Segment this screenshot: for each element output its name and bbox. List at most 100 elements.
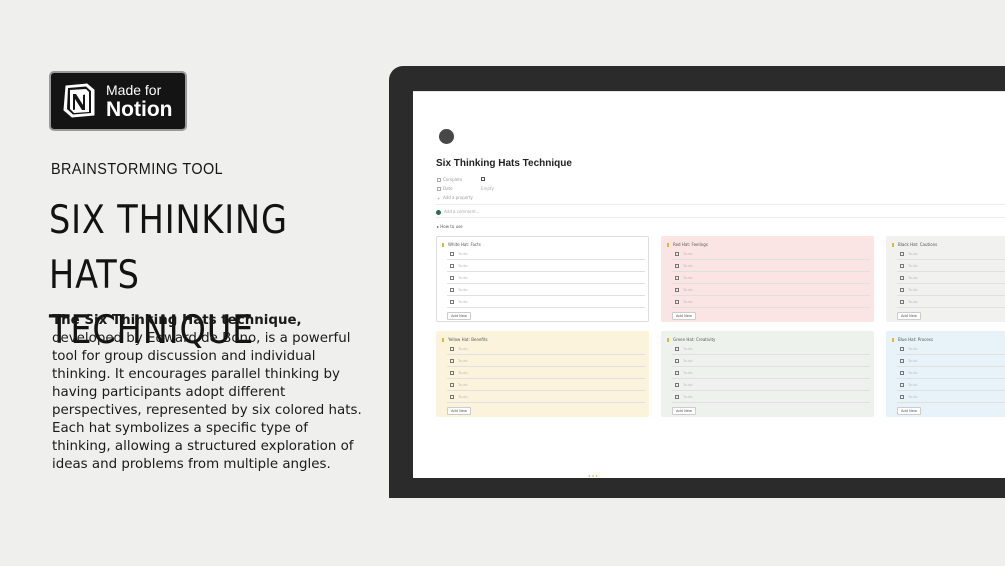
todo-checkbox[interactable] <box>900 288 904 292</box>
hero-title-line1: SIX THINKING HATS <box>49 198 288 298</box>
todo-checkbox[interactable] <box>675 371 679 375</box>
todo-checkbox[interactable] <box>900 383 904 387</box>
calendar-icon <box>437 187 441 191</box>
todo-row[interactable]: To-do <box>447 392 645 403</box>
hat-card: Yellow Hat: Benefits To-do To-do To-do To-do… <box>436 331 649 417</box>
todo-checkbox[interactable] <box>450 383 454 387</box>
todo-row[interactable]: To-do <box>447 261 645 272</box>
description-lead: The Six Thinking Hats technique, <box>52 313 302 328</box>
todo-row[interactable]: To-do <box>447 356 645 367</box>
complete-checkbox[interactable] <box>481 177 485 181</box>
todo-checkbox[interactable] <box>675 347 679 351</box>
add-new-button[interactable]: Add New <box>672 407 696 415</box>
todo-checkbox[interactable] <box>675 300 679 304</box>
todo-row[interactable]: To-do <box>672 273 870 284</box>
todo-checkbox[interactable] <box>900 371 904 375</box>
todo-row[interactable]: To-do <box>672 368 870 379</box>
todo-text: To-do <box>908 276 918 280</box>
todo-row[interactable]: To-do <box>897 392 1005 403</box>
todo-checkbox[interactable] <box>450 395 454 399</box>
todo-row[interactable]: To-do <box>672 356 870 367</box>
bottom-decor: ★ ★ ★ <box>588 474 598 478</box>
todo-checkbox[interactable] <box>675 252 679 256</box>
todo-row[interactable]: To-do <box>447 380 645 391</box>
todo-row[interactable]: To-do <box>672 392 870 403</box>
todo-checkbox[interactable] <box>900 395 904 399</box>
todo-checkbox[interactable] <box>900 264 904 268</box>
todo-checkbox[interactable] <box>675 395 679 399</box>
todo-row[interactable]: To-do <box>447 297 645 308</box>
add-new-button[interactable]: Add New <box>897 407 921 415</box>
todo-checkbox[interactable] <box>450 252 454 256</box>
add-property[interactable]: + Add a property <box>437 195 473 201</box>
page-icon[interactable] <box>439 129 454 144</box>
todo-row[interactable]: To-do <box>897 249 1005 260</box>
todo-row[interactable]: To-do <box>897 297 1005 308</box>
comment-input[interactable]: Add a comment... <box>436 209 480 215</box>
todo-checkbox[interactable] <box>450 359 454 363</box>
date-value[interactable]: Empty <box>481 186 494 191</box>
property-complete[interactable]: Complete <box>437 177 462 182</box>
todo-text: To-do <box>908 383 918 387</box>
todo-checkbox[interactable] <box>450 371 454 375</box>
todo-checkbox[interactable] <box>675 359 679 363</box>
todo-text: To-do <box>683 347 693 351</box>
todo-text: To-do <box>458 347 468 351</box>
hat-card: Red Hat: Feelings To-do To-do To-do To-do To-… <box>661 236 874 322</box>
todo-row[interactable]: To-do <box>672 344 870 355</box>
hat-card: White Hat: Facts To-do To-do To-do To-do To-d… <box>436 236 649 322</box>
todo-checkbox[interactable] <box>900 300 904 304</box>
todo-row[interactable]: To-do <box>447 249 645 260</box>
todo-row[interactable]: To-do <box>447 273 645 284</box>
todo-row[interactable]: To-do <box>447 344 645 355</box>
add-new-button[interactable]: Add New <box>447 407 471 415</box>
todo-text: To-do <box>908 264 918 268</box>
todo-checkbox[interactable] <box>675 383 679 387</box>
todo-row[interactable]: To-do <box>672 380 870 391</box>
todo-checkbox[interactable] <box>675 288 679 292</box>
todo-checkbox[interactable] <box>450 300 454 304</box>
todo-checkbox[interactable] <box>900 276 904 280</box>
todo-checkbox[interactable] <box>450 347 454 351</box>
hat-card: Black Hat: Cautions To-do To-do To-do To-do T… <box>886 236 1005 322</box>
todo-text: To-do <box>908 347 918 351</box>
bullet-icon <box>667 243 669 247</box>
description: The Six Thinking Hats technique, develope… <box>52 312 367 474</box>
todo-checkbox[interactable] <box>450 288 454 292</box>
todo-text: To-do <box>683 383 693 387</box>
todo-checkbox[interactable] <box>900 252 904 256</box>
todo-text: To-do <box>458 252 468 256</box>
todo-row[interactable]: To-do <box>672 261 870 272</box>
property-date[interactable]: Date <box>437 186 453 191</box>
todo-checkbox[interactable] <box>900 359 904 363</box>
todo-checkbox[interactable] <box>675 264 679 268</box>
todo-row[interactable]: To-do <box>897 285 1005 296</box>
card-heading: Black Hat: Cautions <box>892 242 937 247</box>
todo-row[interactable]: To-do <box>897 368 1005 379</box>
bullet-icon <box>892 243 894 247</box>
bullet-icon <box>442 243 444 247</box>
todo-row[interactable]: To-do <box>897 356 1005 367</box>
todo-checkbox[interactable] <box>450 276 454 280</box>
todo-row[interactable]: To-do <box>897 261 1005 272</box>
todo-text: To-do <box>458 276 468 280</box>
todo-row[interactable]: To-do <box>672 249 870 260</box>
todo-row[interactable]: To-do <box>897 380 1005 391</box>
notion-logo-icon <box>63 83 95 118</box>
todo-checkbox[interactable] <box>675 276 679 280</box>
todo-row[interactable]: To-do <box>447 368 645 379</box>
add-new-button[interactable]: Add New <box>672 312 696 320</box>
add-new-button[interactable]: Add New <box>447 312 471 320</box>
todo-row[interactable]: To-do <box>672 285 870 296</box>
todo-row[interactable]: To-do <box>672 297 870 308</box>
todo-text: To-do <box>458 264 468 268</box>
todo-row[interactable]: To-do <box>897 344 1005 355</box>
todo-checkbox[interactable] <box>900 347 904 351</box>
add-new-button[interactable]: Add New <box>897 312 921 320</box>
badge-line1: Made for <box>106 81 162 98</box>
how-to-use-toggle[interactable]: ▸ How to use <box>437 224 463 229</box>
todo-row[interactable]: To-do <box>447 285 645 296</box>
todo-row[interactable]: To-do <box>897 273 1005 284</box>
todo-checkbox[interactable] <box>450 264 454 268</box>
todo-text: To-do <box>683 359 693 363</box>
